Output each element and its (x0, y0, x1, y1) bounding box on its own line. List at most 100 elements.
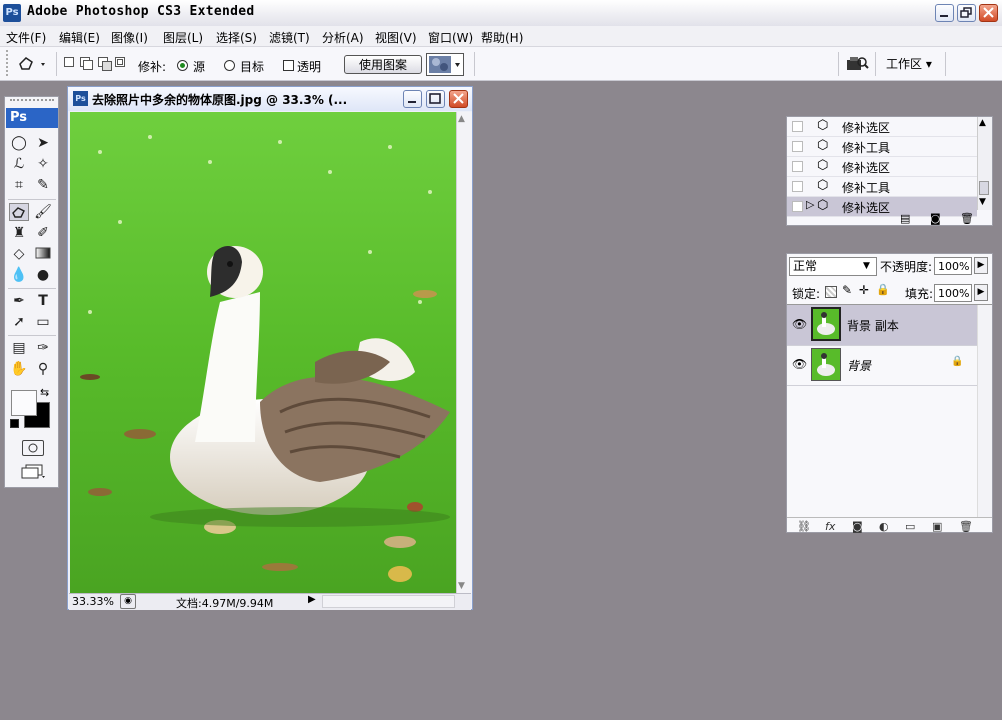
menu-view[interactable]: 视图(V) (375, 29, 417, 46)
layer-row[interactable]: 👁 背景 副本 (787, 305, 977, 346)
source-radio[interactable] (177, 60, 188, 71)
brush-tool[interactable]: 🖌 (33, 203, 53, 221)
quick-mask-button[interactable] (22, 440, 44, 456)
swap-colors-icon[interactable]: ⇆ (40, 386, 49, 399)
screen-mode-button[interactable] (20, 463, 45, 479)
clone-stamp-tool[interactable]: ♜ (9, 224, 29, 242)
scroll-down-icon[interactable]: ▼ (979, 197, 986, 207)
transparent-checkbox[interactable] (283, 60, 294, 71)
history-snapshot-checkbox[interactable] (792, 161, 803, 172)
workspace-menu[interactable]: 工作区 ▾ (886, 55, 932, 72)
doc-minimize-button[interactable] (403, 90, 422, 108)
blend-mode-select[interactable]: 正常 ▼ (789, 257, 877, 276)
opacity-input[interactable]: 100% (934, 257, 972, 275)
eye-icon[interactable]: 👁 (792, 357, 807, 371)
trash-icon[interactable]: 🗑 (960, 212, 974, 225)
fill-slider-button[interactable]: ▶ (974, 284, 988, 301)
history-item[interactable]: ⬡ 修补工具 (787, 137, 977, 157)
gradient-tool[interactable] (33, 245, 53, 263)
source-label[interactable]: 源 (193, 58, 205, 75)
lasso-tool[interactable]: ℒ (9, 155, 29, 173)
layer-name[interactable]: 背景 副本 (847, 317, 899, 334)
history-snapshot-checkbox[interactable] (792, 141, 803, 152)
status-info-button[interactable]: ◉ (120, 594, 136, 609)
crop-tool[interactable]: ⌗ (9, 176, 29, 194)
menu-help[interactable]: 帮助(H) (481, 29, 523, 46)
target-radio[interactable] (224, 60, 235, 71)
menu-image[interactable]: 图像(I) (111, 29, 148, 46)
hand-tool[interactable]: ✋ (9, 360, 29, 378)
slice-tool[interactable]: ✎ (33, 176, 53, 194)
selection-mode-new[interactable] (64, 57, 74, 67)
menu-analysis[interactable]: 分析(A) (322, 29, 364, 46)
options-grip[interactable] (6, 50, 14, 76)
trash-icon[interactable]: 🗑 (959, 520, 973, 533)
path-selection-tool[interactable]: ➚ (9, 313, 29, 331)
menu-filter[interactable]: 滤镜(T) (269, 29, 310, 46)
history-item[interactable]: ⬡ 修补选区 (787, 157, 977, 177)
toolbox-grip[interactable] (10, 99, 54, 106)
layer-name[interactable]: 背景 (847, 357, 871, 374)
scroll-up-icon[interactable]: ▲ (458, 114, 465, 124)
zoom-tool[interactable]: ⚲ (33, 360, 53, 378)
eraser-tool[interactable]: ◇ (9, 245, 29, 263)
selection-mode-intersect[interactable] (115, 57, 125, 67)
menu-layer[interactable]: 图层(L) (163, 29, 203, 46)
menu-edit[interactable]: 编辑(E) (59, 29, 100, 46)
new-group-icon[interactable]: ▭ (905, 520, 915, 533)
menu-file[interactable]: 文件(F) (6, 29, 46, 46)
lock-image-pixels-icon[interactable]: ✎ (842, 283, 852, 297)
target-label[interactable]: 目标 (240, 58, 264, 75)
layer-style-fx-icon[interactable]: fx (825, 520, 835, 533)
doc-maximize-button[interactable] (426, 90, 445, 108)
add-mask-icon[interactable]: ◙ (852, 520, 863, 533)
eyedropper-tool[interactable]: ✑ (33, 339, 53, 357)
transparent-label[interactable]: 透明 (297, 58, 321, 75)
tool-preset-picker[interactable] (17, 54, 47, 74)
lock-all-icon[interactable]: 🔒 (876, 283, 890, 296)
selection-mode-add[interactable] (80, 57, 93, 70)
photoshop-app-icon[interactable]: Ps (3, 4, 21, 22)
patch-tool[interactable] (9, 203, 29, 221)
adjustment-layer-icon[interactable]: ◐ (879, 520, 889, 533)
scroll-up-icon[interactable]: ▲ (979, 118, 986, 128)
notes-tool[interactable]: ▤ (9, 339, 29, 357)
new-layer-icon[interactable]: ▣ (932, 520, 942, 533)
scroll-down-icon[interactable]: ▼ (458, 581, 465, 591)
pattern-picker[interactable] (426, 53, 464, 76)
history-snapshot-checkbox[interactable] (792, 121, 803, 132)
new-document-from-state-icon[interactable]: ▤ (900, 212, 910, 225)
pen-tool[interactable]: ✒ (9, 292, 29, 310)
magic-wand-tool[interactable]: ✧ (33, 155, 53, 173)
link-layers-icon[interactable]: ⛓ (797, 520, 811, 533)
shape-tool[interactable]: ▭ (33, 313, 53, 331)
history-item-active[interactable]: ▷ ⬡ 修补选区 (787, 197, 977, 217)
zoom-level[interactable]: 33.33% (72, 595, 114, 608)
status-menu-arrow-icon[interactable]: ▶ (308, 594, 316, 605)
history-scroll-thumb[interactable] (979, 181, 989, 195)
history-snapshot-checkbox[interactable] (792, 201, 803, 212)
marquee-tool[interactable]: ◯ (9, 134, 29, 152)
menu-select[interactable]: 选择(S) (216, 29, 257, 46)
doc-close-button[interactable] (449, 90, 468, 108)
dodge-tool[interactable]: ● (33, 266, 53, 284)
eye-icon[interactable]: 👁 (792, 317, 807, 331)
blur-tool[interactable]: 💧 (9, 266, 29, 284)
history-item[interactable]: ⬡ 修补选区 (787, 117, 977, 137)
lock-position-icon[interactable]: ✛ (859, 283, 869, 297)
opacity-slider-button[interactable]: ▶ (974, 257, 988, 274)
history-snapshot-checkbox[interactable] (792, 181, 803, 192)
type-tool[interactable]: T (33, 292, 53, 310)
close-button[interactable] (979, 4, 998, 22)
lock-transparent-pixels-icon[interactable] (825, 286, 837, 298)
document-horizontal-scrollbar[interactable] (322, 595, 455, 608)
history-item[interactable]: ⬡ 修补工具 (787, 177, 977, 197)
restore-button[interactable] (957, 4, 976, 22)
fill-input[interactable]: 100% (934, 284, 972, 302)
document-canvas[interactable] (70, 112, 456, 593)
document-vertical-scrollbar[interactable] (456, 112, 472, 593)
foreground-color-swatch[interactable] (11, 390, 37, 416)
menu-window[interactable]: 窗口(W) (428, 29, 473, 46)
bridge-button[interactable] (845, 54, 869, 74)
history-state-slider-icon[interactable]: ▷ (806, 198, 814, 211)
